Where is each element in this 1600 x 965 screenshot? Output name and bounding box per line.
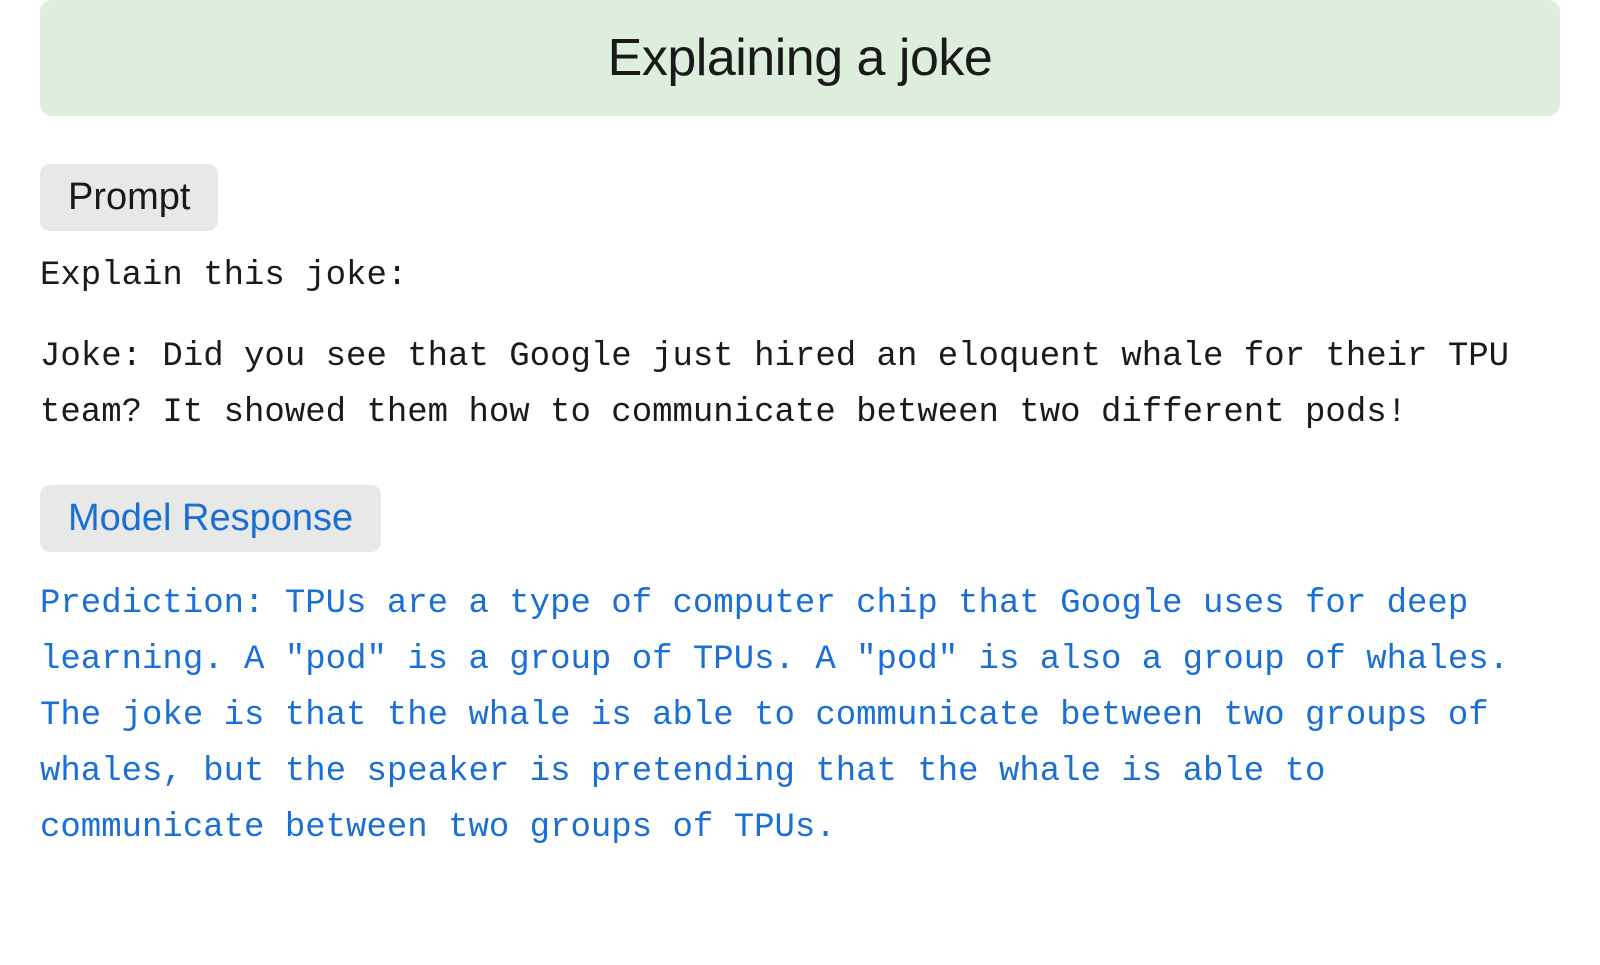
title-banner: Explaining a joke	[40, 0, 1560, 116]
model-response-text: Prediction: TPUs are a type of computer …	[40, 576, 1560, 856]
page-title: Explaining a joke	[608, 29, 993, 87]
prompt-badge-label: Prompt	[68, 176, 190, 218]
model-response-badge-label: Model Response	[68, 497, 353, 539]
joke-text: Joke: Did you see that Google just hired…	[40, 329, 1560, 441]
page-container: Explaining a joke Prompt Explain this jo…	[0, 0, 1600, 965]
model-response-badge: Model Response	[40, 485, 381, 552]
prompt-badge: Prompt	[40, 164, 218, 231]
prompt-instruction: Explain this joke:	[40, 253, 1560, 301]
